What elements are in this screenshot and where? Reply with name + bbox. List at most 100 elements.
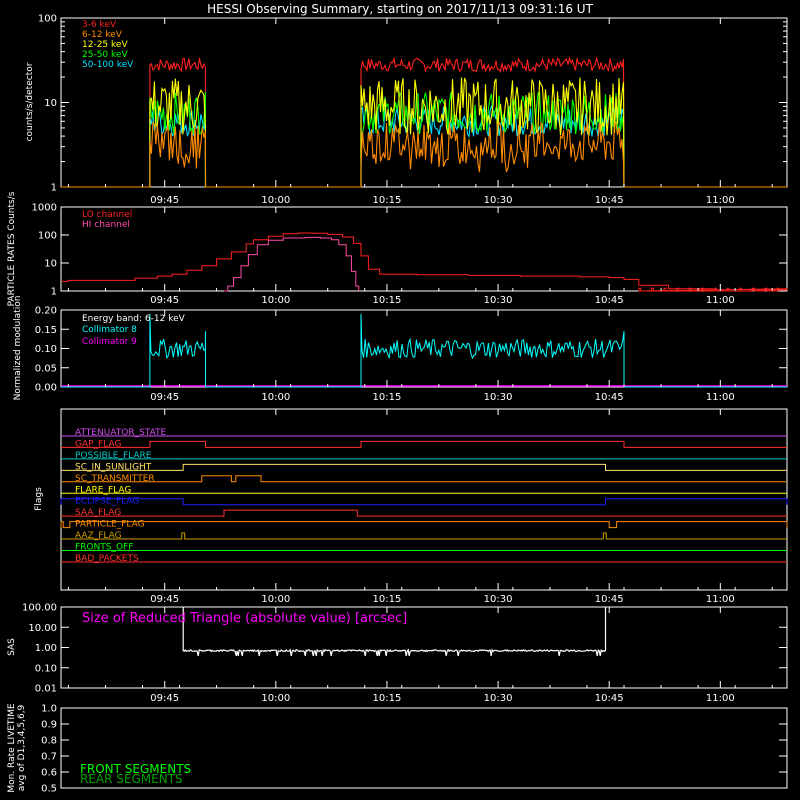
flags-x-ticks: 09:45 10:00 10:15 10:30 10:45 11:00 — [67, 409, 773, 605]
flag-label: ECLIPSE_FLAG — [75, 497, 139, 507]
livetime-ylabel-line1: Mon. Rate LIVETIME — [7, 703, 17, 793]
x-tick-label: 10:00 — [261, 295, 290, 306]
legend-25-50-kev: 25-50 keV — [82, 50, 128, 60]
flag-label: SAA_FLAG — [75, 508, 121, 518]
x-tick-label: 11:00 — [706, 195, 735, 206]
legend-12-25-kev: 12-25 keV — [82, 40, 128, 50]
flag-label: BAD_PACKETS — [75, 554, 139, 564]
particle-rate-line-0 — [61, 232, 788, 292]
x-tick-label: 10:15 — [373, 195, 402, 206]
y-tick-label: 10 — [44, 259, 57, 270]
x-tick-label: 10:00 — [261, 693, 290, 704]
flag-label: SC_TRANSMITTER — [75, 474, 155, 484]
y-tick-label: 1 — [51, 287, 57, 298]
legend-3-6-kev: 3-6 keV — [82, 20, 117, 30]
y-tick-label: 0.8 — [41, 736, 57, 747]
sas-panel: 0.01 0.10 1.00 10.00 100.00 09:45 10:00 10:15 1… — [7, 603, 788, 704]
x-tick-label: 09:45 — [150, 295, 179, 306]
x-tick-label: 09:45 — [150, 693, 179, 704]
y-tick-label: 100 — [38, 14, 57, 25]
x-tick-label: 10:45 — [595, 295, 624, 306]
y-tick-label: 0.15 — [35, 325, 57, 336]
particle-rates-y-ticks: 1 10 100 1000 — [32, 203, 787, 298]
flag-label: FRONTS_OFF — [75, 543, 133, 553]
flag-label: FLARE_FLAG — [75, 485, 131, 495]
flags-lines: ATTENUATOR_STATEGAP_FLAGPOSSIBLE_FLARESC… — [60, 428, 788, 564]
x-tick-label: 10:30 — [484, 693, 513, 704]
y-tick-label: 1000 — [32, 203, 57, 214]
y-tick-label: 10 — [44, 98, 57, 109]
legend-collimator-9: Collimator 9 — [82, 337, 137, 347]
flag-label: AAZ_FLAG — [75, 531, 122, 541]
particle-rates-ylabel: PARTICLE RATES Counts/s — [7, 191, 17, 306]
y-tick-label: 0.7 — [41, 752, 57, 763]
y-tick-label: 0.10 — [35, 344, 57, 355]
legend-energy-band: Energy band: 6-12 keV — [82, 314, 186, 324]
summary-chart-svg: HESSI Observing Summary, starting on 201… — [7, 2, 788, 795]
y-tick-label: 0.20 — [35, 306, 57, 317]
flag-label: POSSIBLE_FLARE — [75, 451, 152, 461]
y-tick-label: 0.05 — [35, 363, 57, 374]
flag-line-sc-transmitter — [61, 475, 787, 483]
legend-collimator-8: Collimator 8 — [82, 325, 137, 335]
x-tick-label: 09:45 — [150, 594, 179, 605]
particle-rates-frame — [60, 206, 788, 292]
flag-line-particle-flag — [60, 521, 788, 529]
x-tick-label: 10:30 — [484, 295, 513, 306]
livetime-panel: 0.5 0.6 0.7 0.8 0.9 1.0 Mon. Rate LIVETIME av… — [7, 703, 788, 795]
modulation-ylabel: Normalized modulation — [13, 296, 23, 401]
y-tick-label: 0.5 — [41, 784, 57, 795]
collimator-8-line — [61, 313, 787, 388]
x-tick-label: 10:15 — [373, 594, 402, 605]
particle-rates-panel: 1 10 100 1000 09:45 10:00 10:15 10:30 10:45 11:0… — [7, 191, 788, 306]
livetime-ylabel-line2: avg of D1,3,4,5,6,9 — [17, 704, 27, 791]
y-tick-label: 0.10 — [35, 663, 57, 674]
legend-50-100-kev: 50-100 keV — [82, 60, 134, 70]
flag-label: GAP_FLAG — [75, 439, 121, 449]
chart-title: HESSI Observing Summary, starting on 201… — [207, 2, 593, 16]
y-tick-label: 1 — [51, 183, 57, 194]
flag-line-aaz-flag — [61, 532, 787, 540]
x-tick-label: 10:30 — [484, 392, 513, 403]
modulation-series — [61, 313, 787, 388]
x-tick-label: 10:00 — [261, 195, 290, 206]
x-tick-label: 10:15 — [373, 392, 402, 403]
flag-line-eclipse-flag — [60, 498, 788, 506]
observing-summary: HESSI Observing Summary, starting on 201… — [0, 0, 800, 800]
x-tick-label: 10:45 — [595, 392, 624, 403]
y-tick-label: 0.6 — [41, 768, 57, 779]
x-tick-label: 10:15 — [373, 295, 402, 306]
x-tick-label: 11:00 — [706, 295, 735, 306]
flags-panel: ATTENUATOR_STATEGAP_FLAGPOSSIBLE_FLARESC… — [34, 408, 788, 605]
x-tick-label: 11:00 — [706, 594, 735, 605]
flag-label: PARTICLE_FLAG — [75, 520, 145, 530]
y-tick-label: 1.0 — [41, 704, 57, 715]
flag-line-saa-flag — [61, 509, 787, 517]
x-tick-label: 10:15 — [373, 693, 402, 704]
y-tick-label: 0.01 — [35, 684, 57, 695]
x-tick-label: 10:30 — [484, 594, 513, 605]
x-tick-label: 11:00 — [706, 392, 735, 403]
x-tick-label: 09:45 — [150, 195, 179, 206]
y-tick-label: 1.00 — [35, 643, 57, 654]
y-tick-label: 100 — [38, 231, 57, 242]
count-rates-series — [61, 56, 787, 188]
legend-rear-segments: REAR SEGMENTS — [80, 772, 183, 786]
count-rates-panel: 1 10 100 09:45 10:00 10:15 10:30 10:45 11:00 co… — [25, 14, 788, 206]
modulation-panel: 0.00 0.05 0.10 0.15 0.20 09:45 10:00 10:15 10:3… — [13, 296, 788, 403]
flag-line-gap-flag — [61, 440, 787, 448]
y-tick-label: 10.00 — [28, 623, 57, 634]
count-rates-ylabel: counts/s/detector — [25, 62, 35, 141]
x-tick-label: 10:00 — [261, 594, 290, 605]
sas-ylabel: SAS — [7, 638, 17, 656]
sas-annotation: Size of Reduced Triangle (absolute value… — [82, 611, 407, 626]
flag-label: SC_IN_SUNLIGHT — [75, 462, 152, 472]
count-rates-x-ticks: 09:45 10:00 10:15 10:30 10:45 11:00 — [67, 18, 773, 206]
count-rate-line-e-6-12 — [61, 121, 787, 188]
x-tick-label: 09:45 — [150, 392, 179, 403]
y-tick-label: 0.00 — [35, 383, 57, 394]
particle-rates-series — [61, 232, 788, 292]
x-tick-label: 10:00 — [261, 392, 290, 403]
x-tick-label: 11:00 — [706, 693, 735, 704]
legend-6-12-kev: 6-12 keV — [82, 30, 123, 40]
